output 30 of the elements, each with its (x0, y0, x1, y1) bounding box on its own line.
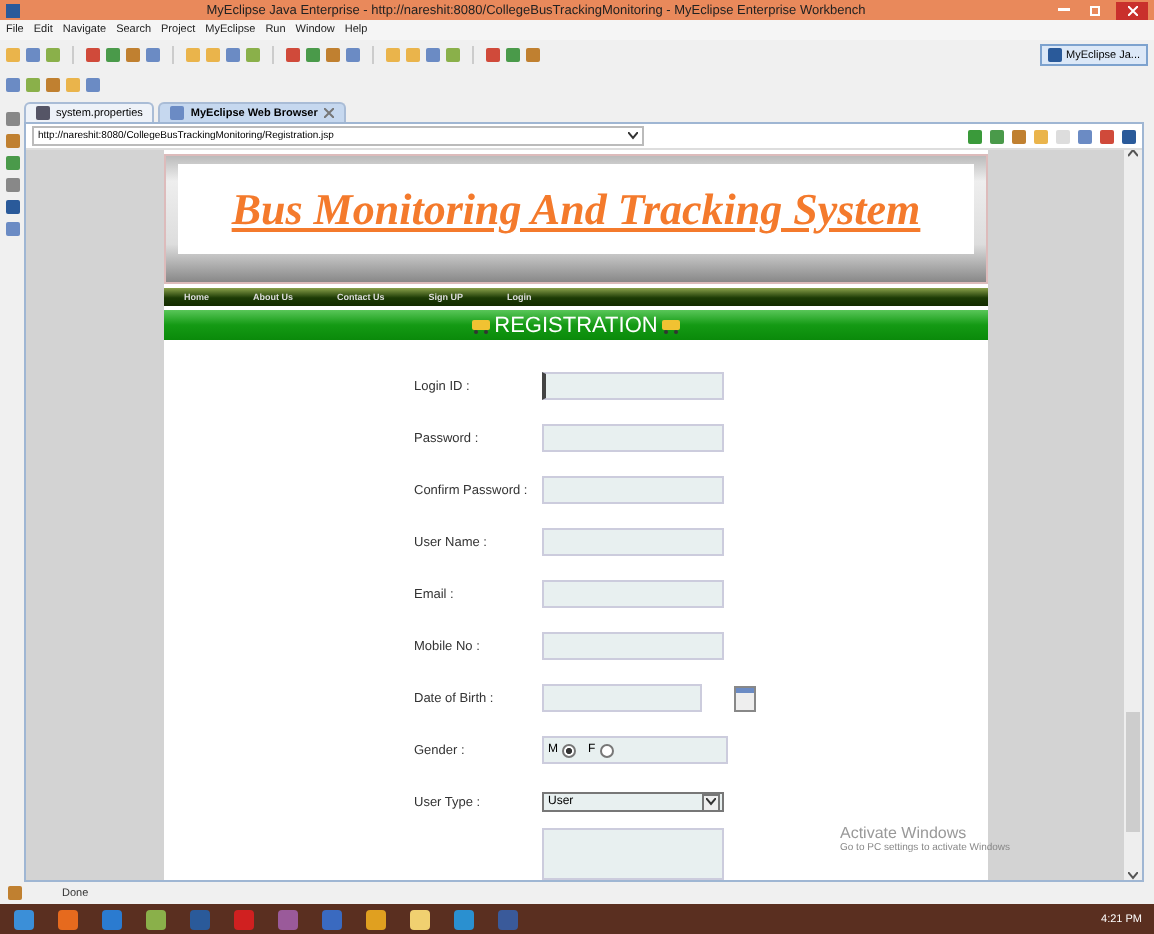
taskbar-app-icon[interactable] (58, 909, 78, 929)
text-field[interactable] (542, 424, 724, 452)
taskbar-app-icon[interactable] (410, 909, 430, 929)
chevron-up-icon[interactable] (1128, 150, 1138, 158)
calendar-icon[interactable] (734, 685, 756, 711)
activation-title: Activate Windows (840, 824, 969, 842)
bus-icon (659, 316, 682, 335)
taskbar-app-icon[interactable] (366, 909, 386, 929)
close-icon[interactable] (323, 108, 334, 118)
chevron-down-icon (702, 793, 720, 811)
text-field[interactable] (542, 476, 724, 504)
bus-icon (470, 316, 493, 335)
text-area[interactable] (542, 828, 724, 880)
chevron-down-icon[interactable] (628, 132, 638, 140)
taskbar-app-icon[interactable] (146, 909, 166, 929)
app-icon (6, 3, 20, 17)
site-title: Bus Monitoring And Tracking System (231, 183, 921, 236)
section-title: REGISTRATION (494, 313, 658, 338)
status-icon[interactable] (8, 886, 22, 900)
close-icon[interactable] (1116, 1, 1148, 19)
scrollbar-thumb[interactable] (1126, 712, 1140, 832)
scrollbar[interactable] (1124, 150, 1142, 880)
chevron-down-icon[interactable] (1128, 872, 1138, 880)
taskbar-app-icon[interactable] (14, 909, 34, 929)
text-field[interactable] (542, 528, 724, 556)
taskbar-app-icon[interactable] (454, 909, 474, 929)
text-field[interactable] (542, 580, 724, 608)
date-field[interactable] (542, 684, 702, 712)
text-field[interactable] (542, 632, 724, 660)
text-field[interactable] (542, 372, 724, 400)
